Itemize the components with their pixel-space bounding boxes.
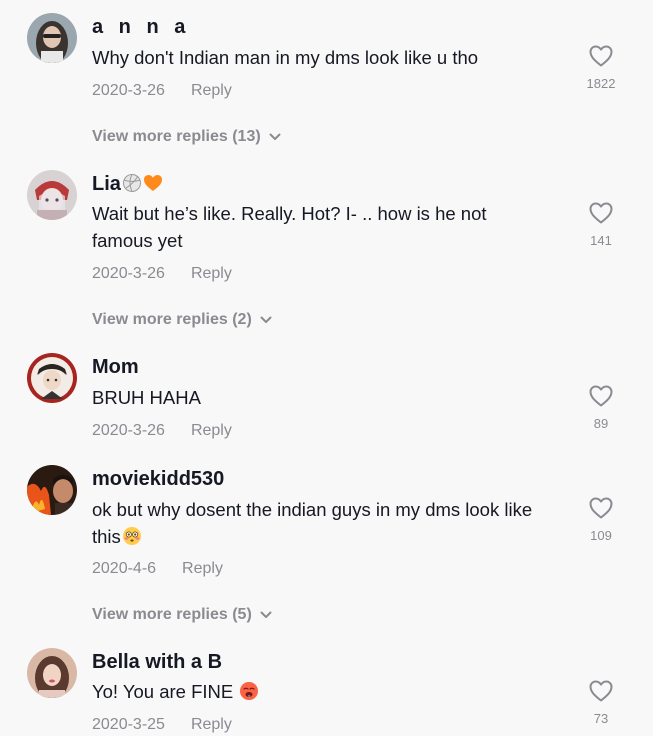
like-control: 109 [585,497,617,543]
comment-username[interactable]: Lia [92,173,163,196]
like-control: 141 [585,202,617,248]
comment-meta: 2020-3-25 Reply [92,716,232,734]
view-more-label: View more replies (13) [92,128,261,145]
reply-button[interactable]: Reply [191,82,232,100]
comment-text: Wait but he’s like. Really. Hot? I- .. h… [92,203,487,251]
heart-icon[interactable] [589,45,613,67]
comment-text: Why don't Indian man in my dms look like… [92,47,479,68]
like-control: 1822 [585,45,617,91]
like-control: 89 [585,385,617,431]
reply-button[interactable]: Reply [191,716,232,734]
view-more-label: View more replies (5) [92,606,252,623]
heart-icon[interactable] [589,385,613,407]
comment-username[interactable]: Mom [92,356,139,379]
like-count: 89 [593,416,609,431]
comment-text-content: Yo! You are FINE [92,681,234,702]
like-count: 141 [590,233,612,248]
comment-date: 2020-3-26 [92,265,165,282]
comment-list: a n n a Why don't Indian man in my dms l… [0,0,653,736]
reply-button[interactable]: Reply [182,560,223,578]
comment-meta: 2020-3-26 Reply [92,265,232,283]
comment-meta: 2020-3-26 Reply [92,82,232,100]
view-more-replies[interactable]: View more replies (5) [92,606,272,624]
comment-username[interactable]: Bella with a B [92,651,222,674]
reply-button[interactable]: Reply [191,265,232,283]
comment-username[interactable]: a n n a [92,16,190,39]
comment-text-content: ok but why dosent the indian guys in my … [92,499,533,547]
avatar[interactable] [27,13,77,63]
avatar[interactable] [27,465,77,515]
orange-heart-icon [143,175,162,191]
comment-meta: 2020-4-6 Reply [92,560,223,578]
chevron-down-icon [269,133,281,140]
chevron-down-icon [260,611,272,618]
comment-date: 2020-4-6 [92,560,157,577]
view-more-label: View more replies (2) [92,311,252,328]
comment-date: 2020-3-26 [92,82,165,99]
comment-date: 2020-3-25 [92,716,165,733]
comment-date: 2020-3-26 [92,422,165,439]
volleyball-icon [122,174,141,192]
heart-icon[interactable] [589,202,613,224]
like-count: 1822 [586,76,616,91]
avatar[interactable] [27,353,77,403]
flushed-face-icon [122,527,141,545]
avatar[interactable] [27,648,77,698]
comment-text: ok but why dosent the indian guys in my … [92,496,562,550]
like-count: 73 [593,711,609,726]
comment-username[interactable]: moviekidd530 [92,468,224,491]
like-control: 73 [585,680,617,726]
heart-icon[interactable] [589,497,613,519]
chevron-down-icon [260,316,272,323]
avatar[interactable] [27,170,77,220]
comment-text: Yo! You are FINE [92,678,562,705]
heart-icon[interactable] [589,680,613,702]
comment-meta: 2020-3-26 Reply [92,422,232,440]
username-text: Lia [92,173,121,195]
like-count: 109 [590,528,612,543]
view-more-replies[interactable]: View more replies (2) [92,311,272,329]
comment-text: BRUH HAHA [92,387,201,408]
hot-face-icon [240,682,259,700]
view-more-replies[interactable]: View more replies (13) [92,128,281,146]
reply-button[interactable]: Reply [191,422,232,440]
